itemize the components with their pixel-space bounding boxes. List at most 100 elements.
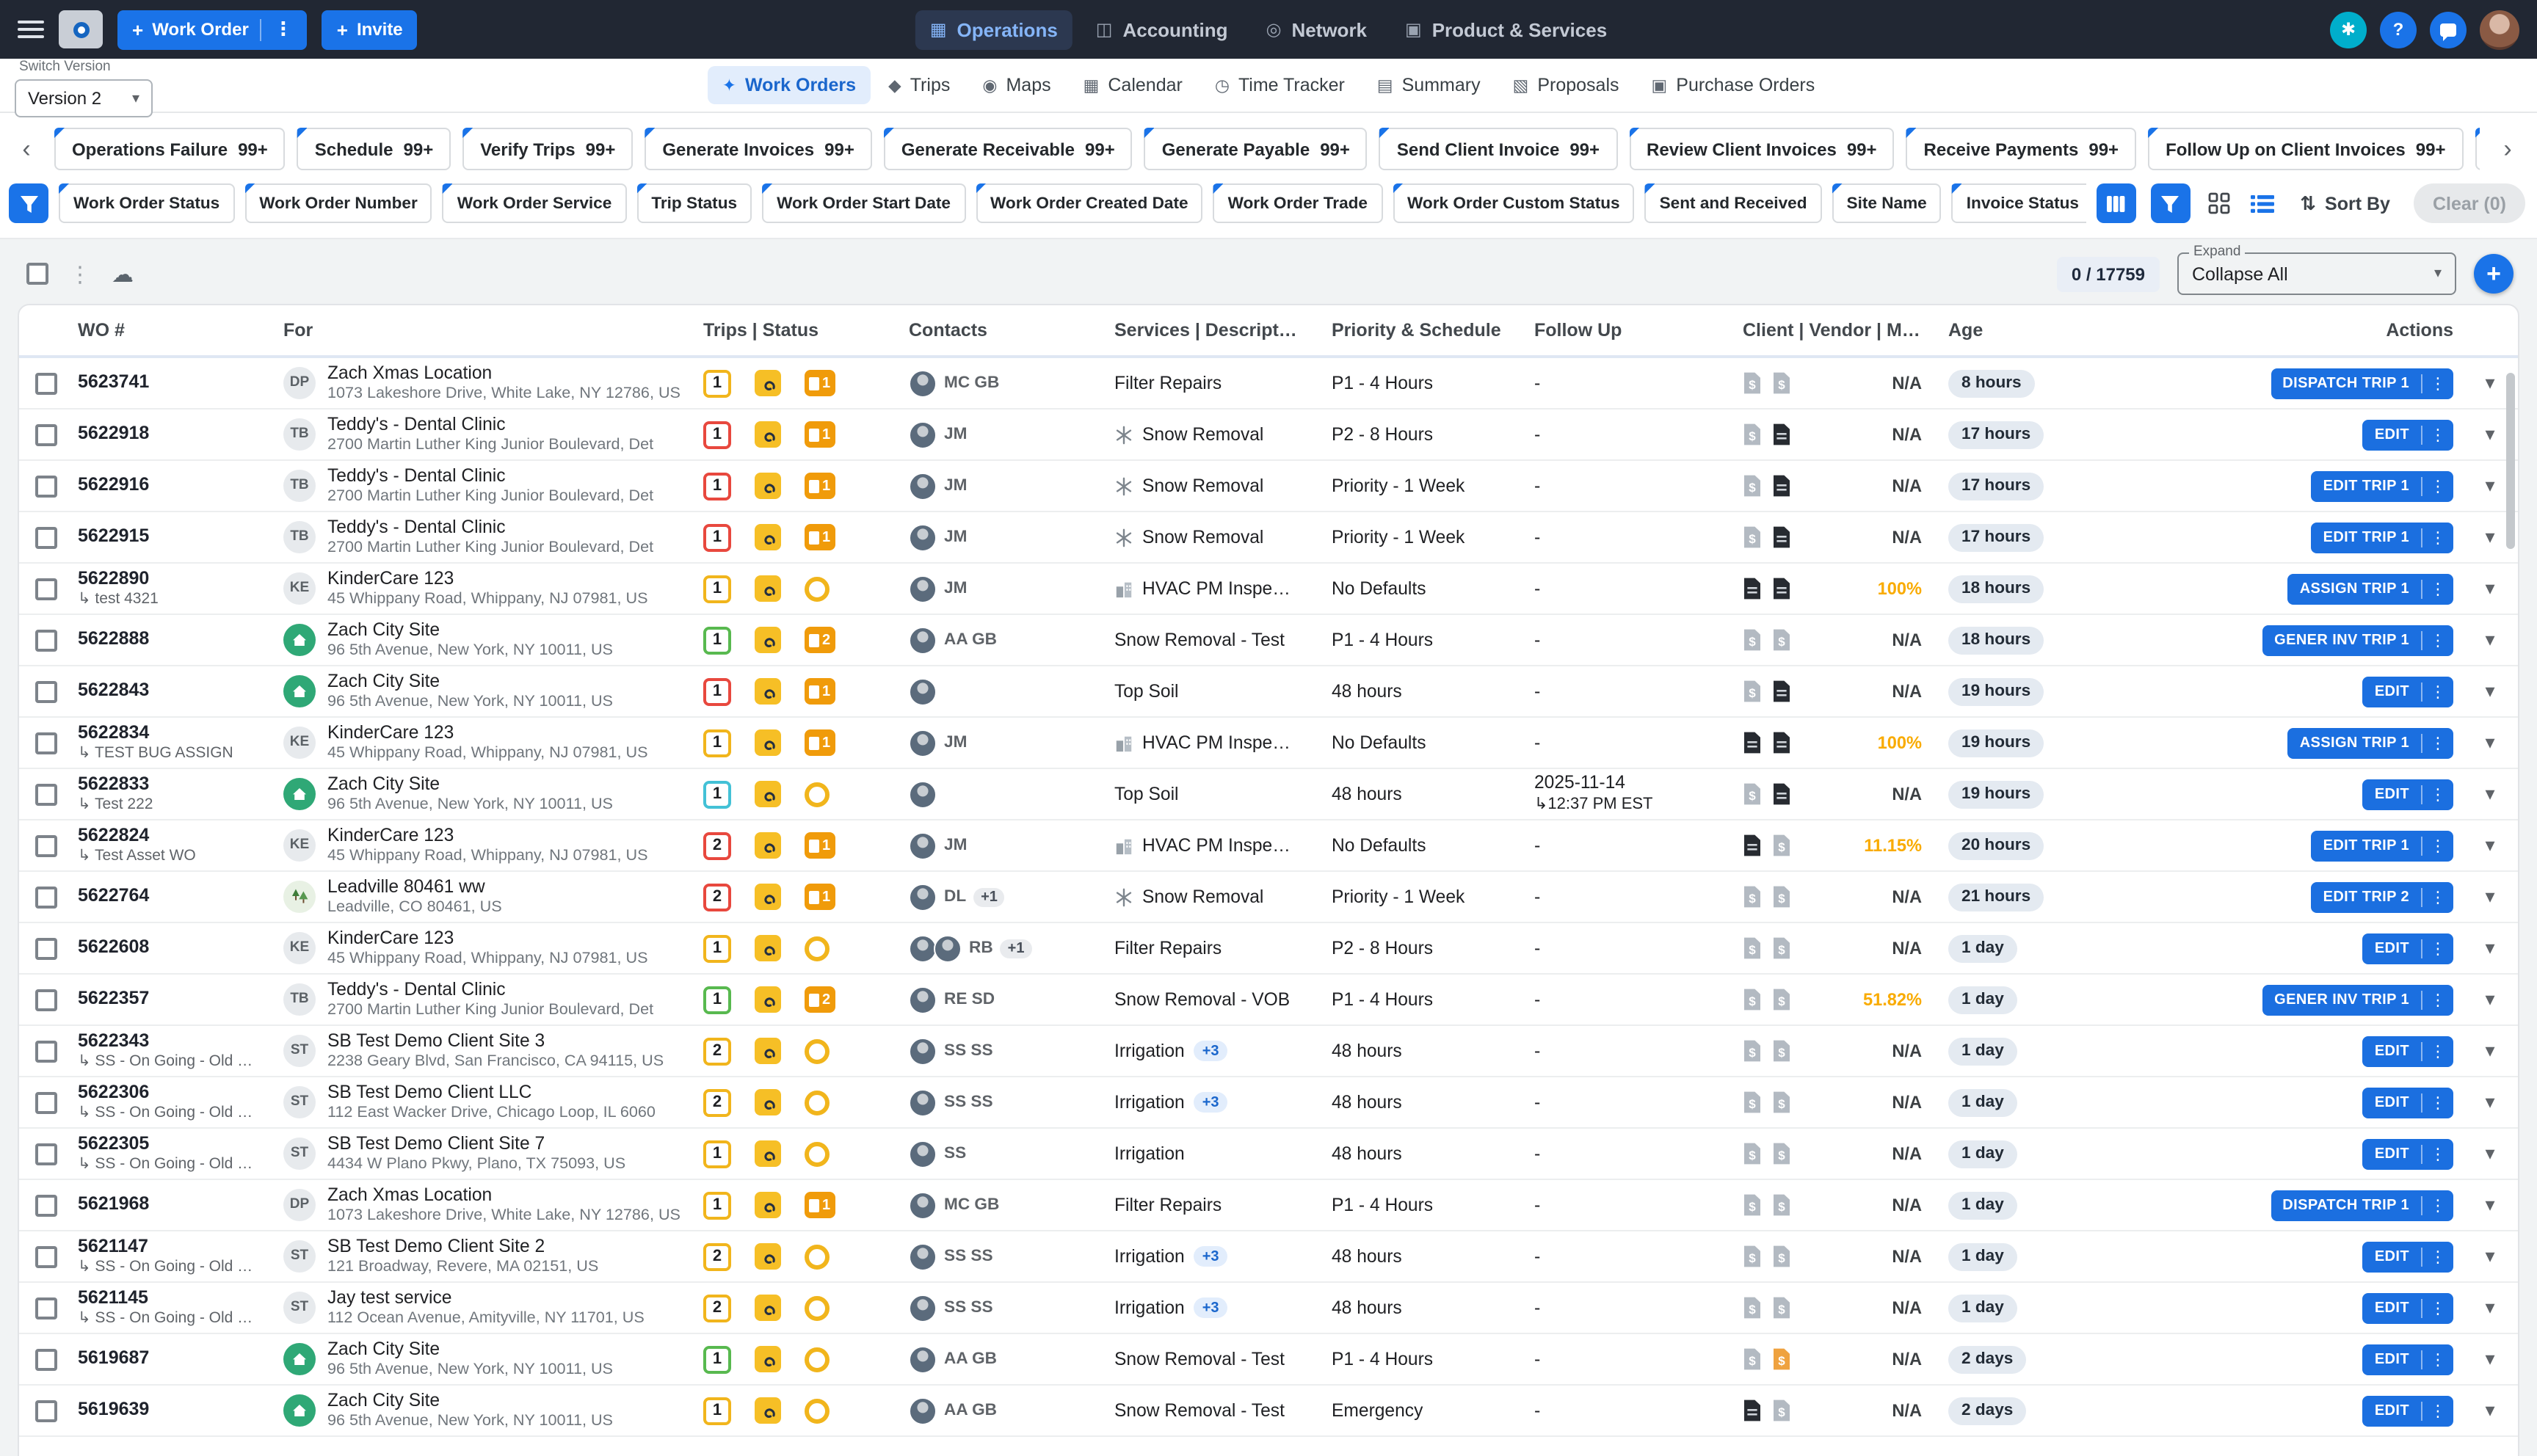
contact-avatar[interactable] [909, 421, 937, 448]
trip-status-icon[interactable] [755, 729, 781, 756]
filter-list-button[interactable] [2150, 183, 2190, 223]
work-order-number[interactable]: 5621147 [78, 1235, 253, 1258]
table-row[interactable]: 5619639 Zach City Site 96 5th Avenue, Ne… [19, 1386, 2518, 1437]
contact-initials[interactable]: MC GB [944, 374, 999, 392]
invoice-count-icon[interactable]: 1 [805, 884, 835, 910]
table-row[interactable]: 5622890↳ test 4321 KE KinderCare 123 45 … [19, 564, 2518, 615]
trip-status-icon[interactable] [755, 524, 781, 550]
subnav-purchase-orders[interactable]: ▣ Purchase Orders [1637, 66, 1830, 104]
row-action-button[interactable]: ASSIGN TRIP 1 ⋮ [2288, 727, 2453, 758]
table-row[interactable]: 5621147↳ SS - On Going - Old … ST SB Tes… [19, 1231, 2518, 1283]
invoice-count-icon[interactable]: 1 [805, 1192, 835, 1218]
invoice-warning-icon[interactable]: $ [1772, 1347, 1791, 1371]
row-action-more-icon[interactable]: ⋮ [2422, 682, 2453, 701]
table-row[interactable]: 5622833↳ Test 222 Zach City Site 96 5th … [19, 769, 2518, 820]
contact-initials[interactable]: JM [944, 580, 967, 597]
row-action-more-icon[interactable]: ⋮ [2422, 476, 2453, 495]
subnav-proposals[interactable]: ▧ Proposals [1498, 66, 1634, 104]
contact-initials[interactable]: SS SS [944, 1093, 993, 1111]
trip-status-icon[interactable] [755, 473, 781, 499]
row-action-button[interactable]: EDIT ⋮ [2363, 1087, 2453, 1118]
vendor-invoice-dark-icon[interactable] [1743, 834, 1762, 857]
table-row[interactable]: 5622824↳ Test Asset WO KE KinderCare 123… [19, 820, 2518, 872]
invoice-count-icon[interactable]: 2 [805, 986, 835, 1013]
invoice-icon[interactable]: $ [1743, 936, 1762, 960]
row-expand-caret[interactable]: ▾ [2485, 628, 2494, 652]
contact-initials[interactable]: JM [944, 837, 967, 854]
row-expand-caret[interactable]: ▾ [2485, 936, 2494, 960]
contact-initials[interactable]: AA GB [944, 1402, 997, 1419]
contact-avatar[interactable] [909, 369, 937, 397]
user-avatar[interactable] [2480, 10, 2519, 49]
table-row[interactable]: 5622608 KE KinderCare 123 45 Whippany Ro… [19, 923, 2518, 975]
contact-avatar[interactable] [909, 1191, 937, 1219]
contact-avatar[interactable] [909, 626, 937, 654]
invoice-icon[interactable]: $ [1772, 1193, 1791, 1217]
trip-count-badge[interactable]: 1 [703, 369, 731, 397]
row-checkbox[interactable] [35, 886, 57, 908]
cloud-upload-icon[interactable]: ☁ [112, 261, 134, 287]
table-row[interactable]: 5622764 Leadville 80461 ww Leadville, CO… [19, 872, 2518, 923]
pending-clock-icon[interactable] [805, 1244, 830, 1269]
bulk-more-icon[interactable]: ⋮ [69, 261, 91, 287]
service-overflow-badge[interactable]: +3 [1194, 1041, 1228, 1061]
row-action-more-icon[interactable]: ⋮ [2422, 785, 2453, 804]
row-action-button[interactable]: EDIT TRIP 2 ⋮ [2312, 881, 2453, 912]
contact-avatar[interactable] [934, 934, 962, 962]
filter-chip-sent-and-received[interactable]: Sent and Received [1645, 183, 1822, 223]
trip-status-icon[interactable] [755, 1192, 781, 1218]
work-order-more-icon[interactable]: ⋮ [274, 18, 293, 41]
invoice-icon[interactable]: $ [1743, 988, 1762, 1011]
support-icon[interactable]: ✱ [2330, 11, 2367, 48]
row-expand-caret[interactable]: ▾ [2485, 988, 2494, 1011]
invoice-count-icon[interactable]: 1 [805, 421, 835, 448]
invoice-icon[interactable]: $ [1743, 782, 1762, 806]
pipeline-chip-pay-vendor[interactable]: Pay Vendor 99+ [2475, 128, 2480, 170]
row-expand-caret[interactable]: ▾ [2485, 885, 2494, 909]
subnav-work-orders[interactable]: ✦ Work Orders [708, 66, 871, 104]
trip-status-icon[interactable] [755, 421, 781, 448]
trip-count-badge[interactable]: 1 [703, 1345, 731, 1373]
invoice-count-icon[interactable]: 1 [805, 832, 835, 859]
contact-initials[interactable]: AA GB [944, 631, 997, 649]
work-order-number[interactable]: 5622833 [78, 773, 153, 796]
pipeline-chip-receive-payments[interactable]: Receive Payments 99+ [1906, 128, 2137, 170]
contact-initials[interactable]: AA GB [944, 1350, 997, 1368]
row-checkbox[interactable] [35, 937, 57, 959]
vendor-invoice-dark-icon[interactable] [1772, 680, 1791, 703]
work-order-number[interactable]: 5622888 [78, 628, 149, 651]
row-action-more-icon[interactable]: ⋮ [2422, 836, 2453, 855]
filter-chip-work-order-status[interactable]: Work Order Status [59, 183, 234, 223]
invoice-icon[interactable]: $ [1743, 423, 1762, 446]
contact-initials[interactable]: JM [944, 477, 967, 495]
pipeline-chip-generate-receivable[interactable]: Generate Receivable 99+ [884, 128, 1133, 170]
row-checkbox[interactable] [35, 1143, 57, 1165]
row-expand-caret[interactable]: ▾ [2485, 1142, 2494, 1165]
contact-initials[interactable]: SS SS [944, 1042, 993, 1060]
row-expand-caret[interactable]: ▾ [2485, 423, 2494, 446]
contact-avatar[interactable] [909, 934, 937, 962]
row-checkbox[interactable] [35, 629, 57, 651]
filter-chip-work-order-trade[interactable]: Work Order Trade [1213, 183, 1382, 223]
vendor-invoice-dark-icon[interactable] [1772, 577, 1791, 600]
row-action-more-icon[interactable]: ⋮ [2422, 939, 2453, 958]
trip-count-badge[interactable]: 1 [703, 677, 731, 705]
subnav-summary[interactable]: ▤ Summary [1362, 66, 1495, 104]
nav-accounting[interactable]: ◫ Accounting [1081, 10, 1243, 49]
row-expand-caret[interactable]: ▾ [2485, 1193, 2494, 1217]
table-row[interactable]: 5622834↳ TEST BUG ASSIGN KE KinderCare 1… [19, 718, 2518, 769]
row-action-button[interactable]: EDIT ⋮ [2363, 1035, 2453, 1066]
row-action-button[interactable]: EDIT ⋮ [2363, 1292, 2453, 1323]
contact-initials[interactable]: SS [944, 1145, 966, 1162]
row-checkbox[interactable] [35, 423, 57, 445]
row-expand-caret[interactable]: ▾ [2485, 1039, 2494, 1063]
row-checkbox[interactable] [35, 1245, 57, 1267]
invoice-count-icon[interactable]: 1 [805, 370, 835, 396]
contact-initials[interactable]: RE SD [944, 991, 995, 1008]
trip-status-icon[interactable] [755, 935, 781, 961]
trip-count-badge[interactable]: 1 [703, 934, 731, 962]
row-expand-caret[interactable]: ▾ [2485, 680, 2494, 703]
col-header-client-vendor-m[interactable]: Client | Vendor | M… [1737, 320, 1942, 341]
filter-chip-work-order-created-date[interactable]: Work Order Created Date [976, 183, 1203, 223]
pending-clock-icon[interactable] [805, 1141, 830, 1166]
